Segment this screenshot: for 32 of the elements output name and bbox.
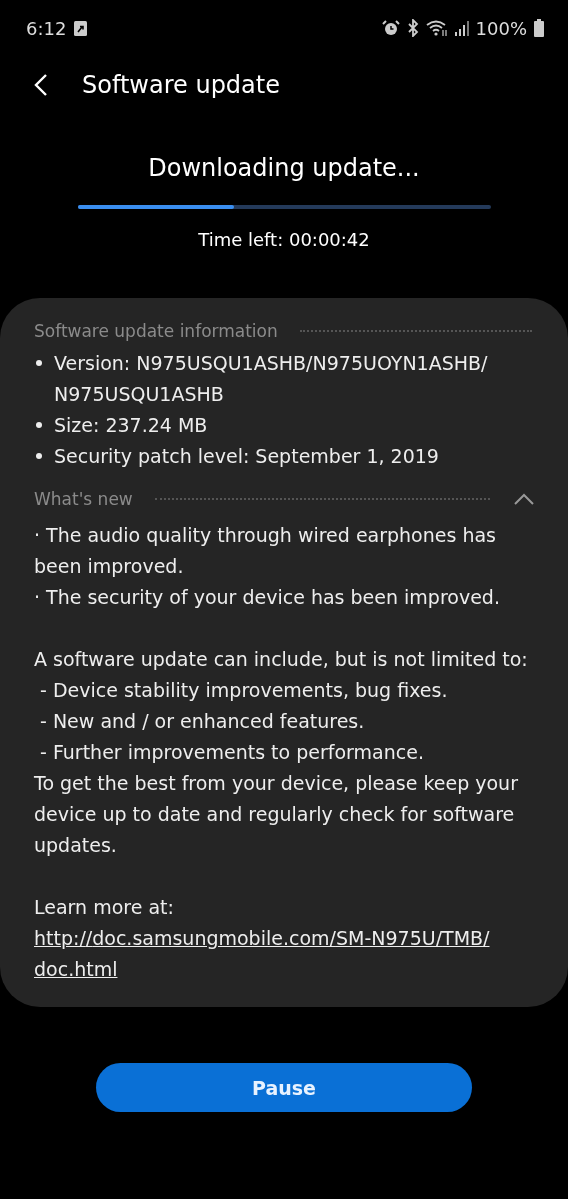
chevron-up-icon [514,493,534,505]
collapse-button[interactable] [514,491,534,507]
body-text: A software update can include, but is not limited to: [34,647,529,672]
signal-icon [454,20,469,36]
notification-icon [74,20,88,36]
body-text: To get the best from your device, please keep your device up to date and regularly check for software updates. [34,771,519,858]
pause-button[interactable]: Pause [96,1063,472,1112]
clock-time: 6:12 [26,17,67,39]
bluetooth-icon [406,19,419,37]
bullet-icon [36,360,42,366]
wifi-icon [425,19,448,37]
list-item: - Further improvements to performance. [39,740,425,765]
bullet-icon [36,453,42,459]
link[interactable]: http://doc.samsungmobile.com/SM-N975U/TMB/doc.html [34,923,534,985]
info-item: Security patch level: September 1, 2019 [54,444,439,469]
list-item: - Device stability improvements, bug fixes. [39,678,449,703]
screen-title: Software update [82,71,280,99]
time-left: Time left: 00:00:42 [198,229,370,250]
info-item: Size: 237.24 MB [54,413,208,438]
section-heading: What's new [34,489,133,509]
download-status: Downloading update... [148,154,420,182]
bullet-icon [36,422,42,428]
body-text: · The audio quality through wired earphones has been improved. [34,523,497,579]
battery-icon [534,19,544,37]
alarm-icon [381,19,400,37]
back-icon [34,73,48,97]
section-heading: Software update information [34,321,278,341]
battery-percent: 100% [475,17,527,39]
info-item: Version: N975USQU1ASHB/N975UOYN1ASHB/N975USQU1ASHB [54,351,489,407]
list-item: - New and / or enhanced features. [39,709,366,734]
body-text: Learn more at: [34,895,175,920]
body-text: · The security of your device has been improved. [34,585,501,610]
